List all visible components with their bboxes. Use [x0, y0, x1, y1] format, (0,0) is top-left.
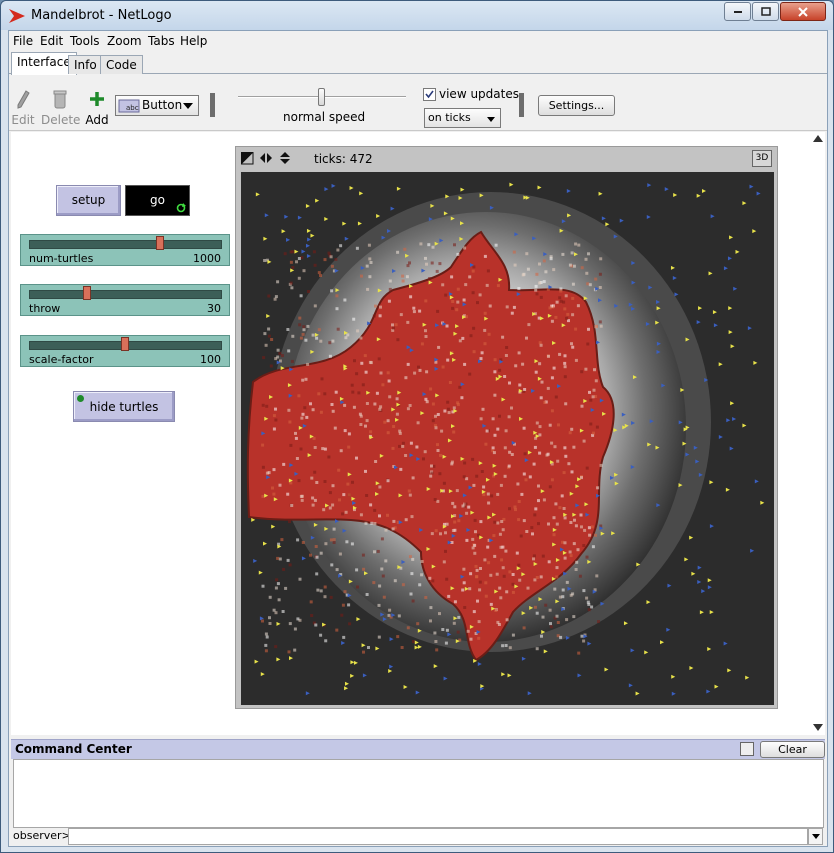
svg-text:abc: abc	[126, 104, 139, 112]
delete-tool-label: Delete	[41, 113, 81, 127]
slider-name: throw	[29, 302, 61, 315]
title-bar[interactable]: Mandelbrot - NetLogo	[1, 1, 833, 30]
command-history-dropdown[interactable]	[808, 828, 823, 845]
speed-slider-thumb[interactable]	[318, 88, 325, 106]
interface-panel: setup go num-turtles 1000 throw 30 scale…	[11, 132, 825, 735]
command-center-output[interactable]	[13, 759, 824, 828]
throw-slider[interactable]: throw 30	[20, 284, 230, 316]
maximize-button[interactable]	[752, 2, 779, 21]
slider-value: 100	[200, 353, 221, 366]
add-tool-button[interactable]: Add	[85, 89, 109, 127]
ticks-counter: ticks: 472	[314, 152, 373, 166]
clear-button[interactable]: Clear	[760, 741, 825, 758]
checkmark-icon	[425, 90, 434, 99]
menu-bar: File Edit Tools Zoom Tabs Help	[9, 31, 827, 52]
client-area: File Edit Tools Zoom Tabs Help Interface…	[8, 30, 828, 847]
slider-value: 30	[207, 302, 221, 315]
tab-code[interactable]: Code	[100, 55, 143, 74]
widget-type-value: Button	[142, 98, 183, 112]
command-input-row: observer>	[11, 828, 825, 845]
speed-label: normal speed	[283, 110, 366, 124]
trash-icon	[53, 90, 67, 109]
update-mode-value: on ticks	[428, 111, 471, 124]
turtle-icon	[77, 395, 84, 402]
world-view: ticks: 472 3D	[235, 146, 778, 709]
slider-value: 1000	[193, 252, 221, 265]
menu-help[interactable]: Help	[180, 34, 207, 48]
toolbar-separator	[210, 93, 215, 117]
menu-tabs[interactable]: Tabs	[148, 34, 175, 48]
interface-toolbar: Edit Delete Add abc Button normal speed …	[9, 75, 827, 131]
slider-thumb[interactable]	[83, 286, 91, 300]
num-turtles-slider[interactable]: num-turtles 1000	[20, 234, 230, 266]
tab-interface[interactable]: Interface	[11, 52, 77, 75]
maximize-icon	[760, 6, 771, 16]
netlogo-logo-icon	[9, 9, 25, 23]
toolbar-separator	[519, 93, 524, 117]
menu-zoom[interactable]: Zoom	[107, 34, 142, 48]
button-widget-icon: abc	[118, 99, 140, 113]
menu-tools[interactable]: Tools	[70, 34, 100, 48]
command-input[interactable]	[68, 828, 808, 845]
slider-track[interactable]	[29, 290, 222, 299]
slider-thumb[interactable]	[121, 337, 129, 351]
update-mode-dropdown[interactable]: on ticks	[424, 108, 501, 128]
chevron-down-icon	[183, 103, 193, 109]
tab-info[interactable]: Info	[68, 55, 103, 74]
3d-view-button[interactable]: 3D	[752, 150, 772, 167]
tab-bar: Interface Info Code	[9, 52, 827, 75]
command-center-title: Command Center	[15, 742, 132, 756]
settings-button[interactable]: Settings...	[538, 95, 615, 116]
delete-tool-button[interactable]: Delete	[41, 89, 81, 127]
edit-tool-button[interactable]: Edit	[11, 89, 35, 127]
view-control-strip: ticks: 472 3D	[236, 147, 777, 171]
close-button[interactable]	[780, 2, 826, 21]
netlogo-window: Mandelbrot - NetLogo File Edit Tools Zoo…	[0, 0, 834, 853]
add-tool-label: Add	[85, 113, 109, 127]
hide-turtles-label: hide turtles	[89, 400, 159, 414]
view-controls-icon[interactable]	[241, 152, 295, 166]
minimize-button[interactable]	[724, 2, 751, 21]
view-updates-checkbox[interactable]	[423, 88, 436, 101]
close-icon	[798, 6, 808, 17]
mandelbrot-fractal	[241, 172, 774, 705]
widget-type-dropdown[interactable]: abc Button	[115, 95, 199, 116]
interface-scrollbar[interactable]	[811, 132, 825, 735]
view-updates-label: view updates	[439, 87, 519, 101]
slider-name: scale-factor	[29, 353, 94, 366]
go-button[interactable]: go	[125, 185, 190, 216]
scroll-up-icon	[813, 135, 823, 142]
command-center-header: Command Center Clear	[11, 739, 825, 759]
pencil-icon	[17, 90, 30, 109]
go-button-label: go	[150, 193, 165, 207]
menu-edit[interactable]: Edit	[40, 34, 63, 48]
chevron-down-icon	[812, 834, 820, 839]
hide-turtles-button[interactable]: hide turtles	[73, 391, 175, 422]
scale-factor-slider[interactable]: scale-factor 100	[20, 335, 230, 367]
forever-icon	[176, 203, 186, 213]
slider-name: num-turtles	[29, 252, 94, 265]
edit-tool-label: Edit	[11, 113, 35, 127]
scroll-down-icon	[813, 724, 823, 731]
chevron-down-icon	[487, 117, 495, 122]
slider-thumb[interactable]	[156, 236, 164, 250]
minimize-icon	[733, 10, 742, 13]
slider-track[interactable]	[29, 240, 222, 249]
plus-icon	[90, 92, 104, 106]
window-title: Mandelbrot - NetLogo	[31, 8, 172, 23]
menu-file[interactable]: File	[13, 34, 33, 48]
setup-button[interactable]: setup	[56, 185, 121, 216]
expand-icon[interactable]	[740, 742, 754, 756]
world-canvas[interactable]	[241, 172, 774, 705]
agent-type-selector[interactable]: observer>	[13, 828, 71, 845]
